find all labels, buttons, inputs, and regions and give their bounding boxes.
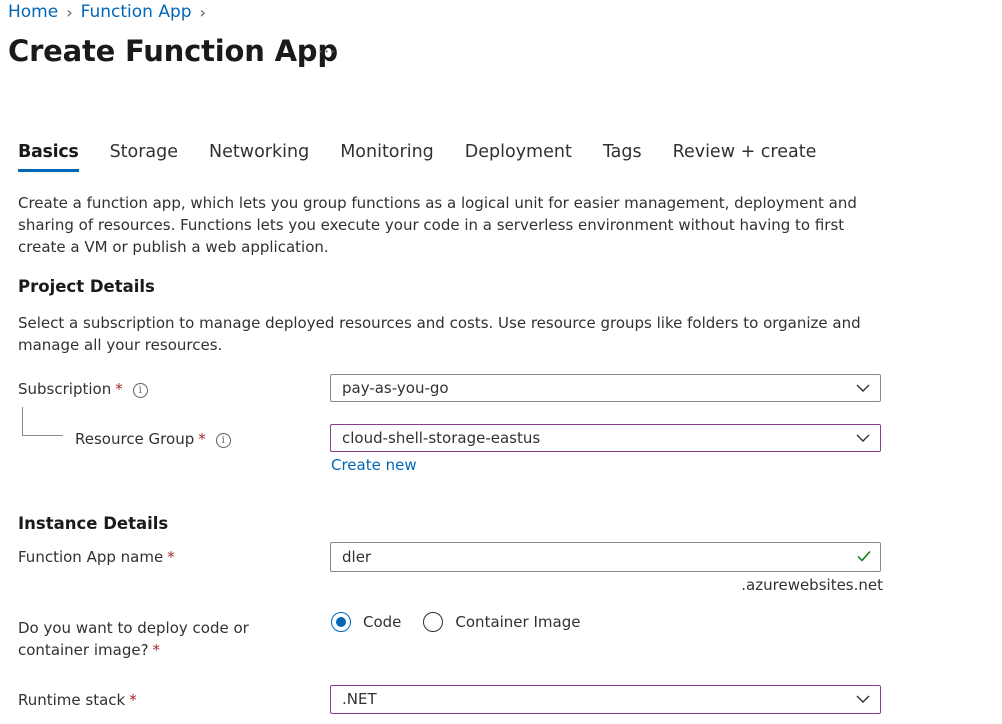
tab-tags[interactable]: Tags: [593, 138, 652, 172]
required-marker: *: [167, 548, 175, 566]
tab-basics[interactable]: Basics: [8, 138, 89, 172]
tab-networking[interactable]: Networking: [199, 138, 319, 172]
required-marker: *: [198, 430, 206, 448]
breadcrumb-function-app-link[interactable]: Function App: [81, 2, 192, 22]
tab-review-create[interactable]: Review + create: [663, 138, 827, 172]
subscription-label: Subscription * i: [18, 378, 148, 400]
breadcrumb-home-link[interactable]: Home: [8, 2, 58, 22]
tree-connector: [22, 407, 63, 436]
info-icon[interactable]: i: [132, 383, 148, 398]
deploy-type-label: Do you want to deploy code or container …: [18, 619, 249, 659]
code-radio[interactable]: [331, 612, 351, 632]
required-marker: *: [115, 380, 123, 398]
tab-storage[interactable]: Storage: [100, 138, 188, 172]
chevron-down-icon: [856, 434, 870, 442]
required-marker: *: [129, 691, 137, 709]
create-new-link[interactable]: Create new: [331, 456, 417, 474]
chevron-down-icon: [856, 695, 870, 703]
chevron-right-icon: ›: [199, 2, 206, 22]
project-details-description: Select a subscription to manage deployed…: [18, 314, 861, 354]
required-marker: *: [152, 641, 161, 659]
info-icon[interactable]: i: [215, 433, 231, 448]
intro-text: Create a function app, which lets you gr…: [18, 194, 857, 256]
breadcrumb: Home › Function App ›: [8, 2, 214, 22]
runtime-stack-label: Runtime stack *: [18, 691, 137, 709]
runtime-stack-dropdown[interactable]: .NET: [330, 685, 881, 714]
function-app-name-label: Function App name *: [18, 548, 175, 566]
chevron-right-icon: ›: [66, 2, 73, 22]
container-image-radio-label[interactable]: Container Image: [455, 613, 580, 631]
tab-monitoring[interactable]: Monitoring: [330, 138, 444, 172]
resource-group-dropdown[interactable]: cloud-shell-storage-eastus: [330, 424, 881, 452]
code-radio-label[interactable]: Code: [363, 613, 401, 631]
checkmark-icon: [857, 551, 871, 562]
resource-group-label: Resource Group * i: [75, 428, 231, 450]
deploy-type-radio-group: Code Container Image: [331, 612, 602, 632]
project-details-heading: Project Details: [18, 277, 155, 296]
container-image-radio[interactable]: [423, 612, 444, 632]
tab-deployment[interactable]: Deployment: [455, 138, 582, 172]
chevron-down-icon: [856, 384, 870, 392]
subscription-dropdown[interactable]: pay-as-you-go: [330, 374, 881, 402]
more-options-icon[interactable]: ···: [318, 42, 336, 61]
wizard-tabs: Basics Storage Networking Monitoring Dep…: [8, 138, 837, 172]
instance-details-heading: Instance Details: [18, 514, 169, 533]
domain-suffix: .azurewebsites.net: [741, 576, 883, 594]
function-app-name-input[interactable]: dler: [330, 542, 881, 572]
page-title: Create Function App: [8, 34, 338, 68]
create-function-app-page: Home › Function App › Create Function Ap…: [0, 0, 1002, 724]
